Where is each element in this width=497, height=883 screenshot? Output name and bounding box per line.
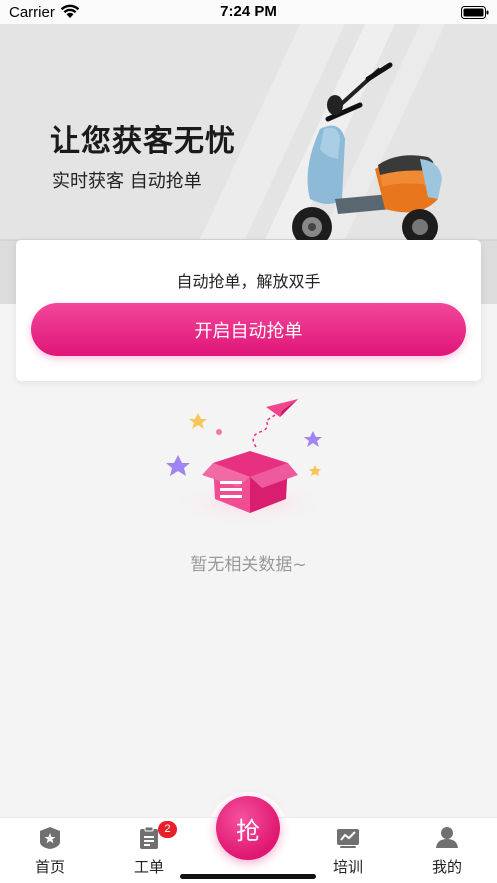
battery-icon [461,6,489,19]
empty-state-text: 暂无相关数据~ [190,555,307,575]
auto-grab-title: 自动抢单，解放双手 [176,272,321,291]
tab-profile-label: 我的 [431,858,462,876]
tab-work-order-label: 工单 [133,858,164,876]
clock: 7:24 PM [220,3,277,20]
tab-work-order[interactable]: 2 工单 [109,818,189,883]
tab-home[interactable]: 首页 [10,818,90,883]
tab-training[interactable]: 培训 [308,818,388,883]
grab-order-button[interactable]: 抢 [216,796,280,860]
home-indicator [180,874,316,879]
empty-box-icon [166,399,332,525]
tab-profile[interactable]: 我的 [407,818,487,883]
enable-auto-grab-button[interactable]: 开启自动抢单 [31,303,466,356]
status-bar: Carrier 7:24 PM [0,0,497,24]
profile-icon [436,827,458,848]
work-order-badge: 2 [158,821,177,838]
scooter-image [290,62,450,249]
auto-grab-card: 自动抢单，解放双手 开启自动抢单 [16,240,481,381]
tab-training-label: 培训 [332,858,363,876]
home-icon [40,827,60,849]
training-icon [337,829,359,848]
banner-headline: 让您获客无忧 [50,124,236,159]
banner-subtitle: 实时获客 自动抢单 [52,171,202,192]
tab-home-label: 首页 [34,858,65,876]
